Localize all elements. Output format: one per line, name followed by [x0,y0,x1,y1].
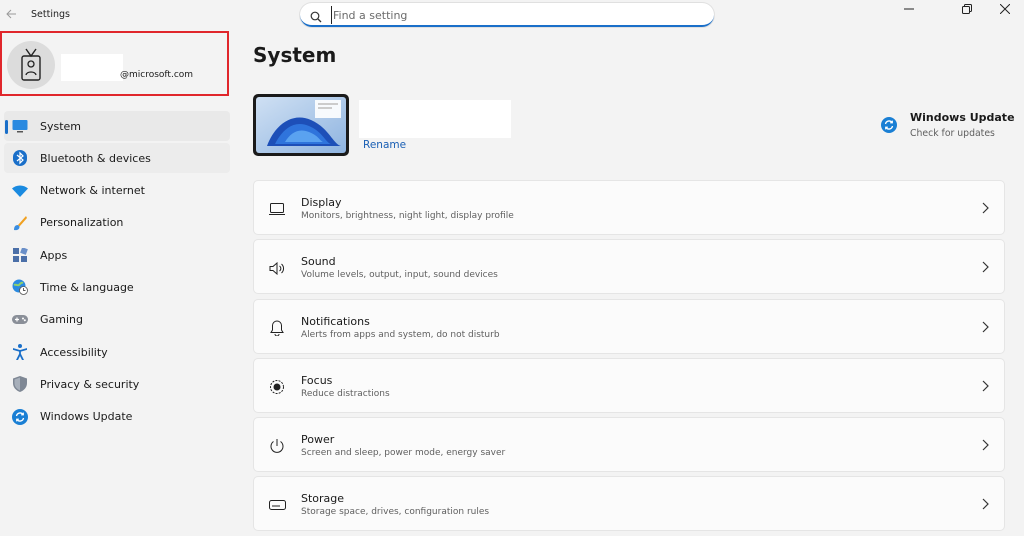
sound-icon [268,259,286,277]
redacted-name [61,54,123,81]
back-arrow-icon[interactable] [5,8,19,22]
id-badge-icon [21,48,41,81]
card-display[interactable]: Display Monitors, brightness, night ligh… [253,180,1005,235]
sidebar-item-label: Network & internet [40,184,145,198]
chevron-right-icon [982,380,989,392]
chevron-right-icon [982,202,989,214]
sidebar-item-network[interactable]: Network & internet [4,176,230,206]
wallpaper-image [256,97,346,153]
search-box[interactable] [300,3,714,27]
selection-indicator [5,120,8,134]
sidebar-item-label: Bluetooth & devices [40,151,151,165]
account-card[interactable]: @microsoft.com [0,31,229,96]
chevron-right-icon [982,321,989,333]
app-title: Settings [31,9,70,20]
card-notifications[interactable]: Notifications Alerts from apps and syste… [253,298,1005,354]
card-sound[interactable]: Sound Volume levels, output, input, soun… [253,239,1005,295]
card-storage[interactable]: Storage Storage space, drives, configura… [253,476,1005,532]
bell-icon [268,319,286,337]
sidebar-item-apps[interactable]: Apps [4,240,230,270]
display-icon [268,200,286,218]
sidebar-item-privacy[interactable]: Privacy & security [4,369,230,399]
sidebar-item-label: Windows Update [40,410,133,424]
power-icon [268,437,286,455]
card-subtitle: Reduce distractions [301,388,390,399]
chevron-right-icon [982,261,989,273]
sidebar-item-system[interactable]: System [4,111,230,141]
sidebar-item-bluetooth[interactable]: Bluetooth & devices [4,143,230,174]
search-input[interactable] [331,6,695,24]
sidebar-item-label: System [40,119,82,133]
settings-card-list: Display Monitors, brightness, night ligh… [253,180,1005,536]
chevron-right-icon [982,439,989,451]
gamepad-icon [12,312,28,328]
monitor-icon [12,118,28,134]
restore-icon [962,4,972,14]
sidebar-item-label: Apps [40,248,68,262]
card-power[interactable]: Power Screen and sleep, power mode, ener… [253,417,1005,473]
accessibility-icon [12,344,28,361]
redacted-device-name [359,100,511,138]
sidebar-nav: System Bluetooth & devices Network & int… [4,111,230,434]
card-title: Notifications [301,314,370,328]
card-subtitle: Monitors, brightness, night light, displ… [301,211,514,221]
card-subtitle: Volume levels, output, input, sound devi… [301,270,498,281]
sync-icon [12,408,28,425]
focus-icon [268,378,286,396]
sidebar-item-accessibility[interactable]: Accessibility [4,337,230,367]
bluetooth-icon [12,150,28,167]
wifi-icon [12,183,28,199]
account-email: @microsoft.com [120,70,194,80]
sidebar-item-label: Gaming [40,313,83,327]
sidebar-item-label: Privacy & security [40,377,140,391]
sidebar-item-label: Time & language [40,280,134,294]
minimize-icon [904,8,914,10]
sidebar-item-label: Personalization [40,216,124,230]
sidebar-item-gaming[interactable]: Gaming [4,305,230,335]
chevron-right-icon [982,499,989,510]
card-subtitle: Screen and sleep, power mode, energy sav… [301,448,506,459]
search-icon [310,8,322,23]
windows-update-title[interactable]: Windows Update [910,111,1015,124]
card-title: Power [301,433,335,447]
device-thumbnail [253,94,349,156]
windows-update-subtitle: Check for updates [910,128,995,139]
page-title: System [253,43,337,67]
brush-icon [12,215,28,231]
card-title: Sound [301,255,336,269]
apps-icon [12,247,28,263]
sidebar-item-personalization[interactable]: Personalization [4,208,230,238]
card-focus[interactable]: Focus Reduce distractions [253,357,1005,413]
card-subtitle: Alerts from apps and system, do not dist… [301,329,500,340]
storage-icon [268,496,286,514]
title-bar: Settings [0,0,1024,32]
sidebar-item-windows-update[interactable]: Windows Update [4,402,230,432]
avatar[interactable] [7,41,55,89]
card-title: Display [301,196,342,209]
card-title: Storage [301,492,345,506]
windows-update-sync-icon[interactable] [881,117,897,133]
close-button[interactable] [982,0,1024,18]
rename-link[interactable]: Rename [363,139,406,151]
shield-icon [12,376,28,393]
card-title: Focus [301,373,333,387]
minimize-button[interactable] [886,0,932,18]
globe-clock-icon [12,279,28,296]
close-icon [1000,4,1010,14]
sidebar-item-label: Accessibility [40,345,108,359]
sidebar-item-time-language[interactable]: Time & language [4,272,230,302]
